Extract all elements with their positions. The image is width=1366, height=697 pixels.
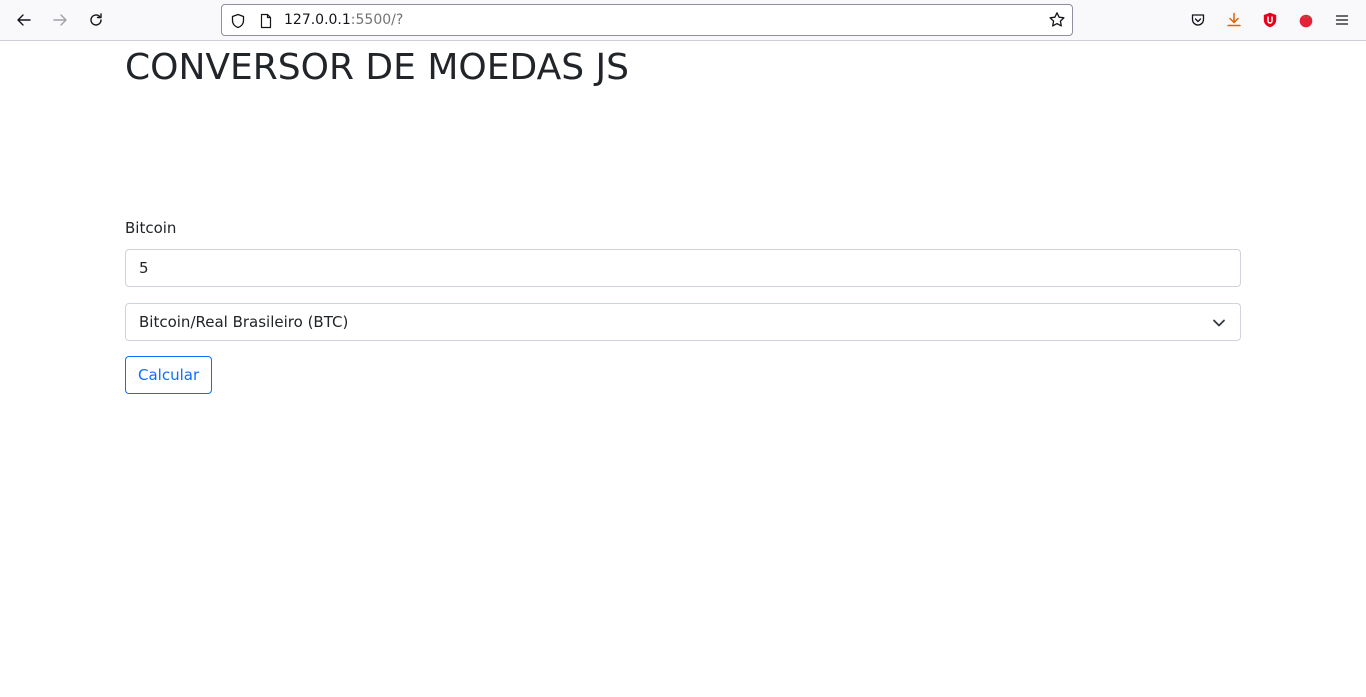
menu-icon: [1335, 15, 1349, 25]
chevron-down-icon: [1213, 319, 1225, 327]
calculate-button[interactable]: Calcular: [125, 356, 213, 394]
page-icon: [260, 13, 272, 29]
url-path: :5500/?: [350, 12, 404, 28]
forward-arrow-icon: [53, 14, 67, 26]
currency-select[interactable]: Bitcoin/Real Brasileiro (BTC): [125, 303, 1241, 341]
page-title: CONVERSOR DE MOEDAS JS: [125, 47, 629, 88]
amount-input[interactable]: 5: [125, 249, 1241, 287]
shield-icon[interactable]: [230, 13, 246, 29]
back-arrow-icon: [17, 14, 31, 26]
app-menu-button[interactable]: [1328, 6, 1356, 34]
reload-button[interactable]: [82, 6, 110, 34]
pocket-icon: [1191, 14, 1205, 26]
reload-icon: [90, 13, 102, 26]
currency-select-value: Bitcoin/Real Brasileiro (BTC): [139, 313, 349, 331]
download-icon: [1227, 12, 1241, 27]
url-host: 127.0.0.1: [284, 12, 351, 28]
star-icon[interactable]: [1048, 11, 1066, 29]
forward-button[interactable]: [46, 6, 74, 34]
bitcoin-label: Bitcoin: [125, 219, 177, 237]
pocket-button[interactable]: [1184, 6, 1212, 34]
url-text[interactable]: 127.0.0.1:5500/?: [284, 12, 403, 28]
page-container: CONVERSOR DE MOEDAS JS Bitcoin 5 Bitcoin…: [125, 41, 1241, 394]
tomato-extension-button[interactable]: [1292, 6, 1320, 34]
url-bar[interactable]: 127.0.0.1:5500/?: [221, 4, 1073, 36]
back-button[interactable]: [10, 6, 38, 34]
ublock-icon: [1263, 12, 1277, 28]
ublock-button[interactable]: [1256, 6, 1284, 34]
tomato-icon: [1299, 14, 1313, 28]
amount-input-value: 5: [139, 259, 149, 277]
downloads-button[interactable]: [1220, 6, 1248, 34]
browser-toolbar: 127.0.0.1:5500/?: [0, 0, 1366, 41]
